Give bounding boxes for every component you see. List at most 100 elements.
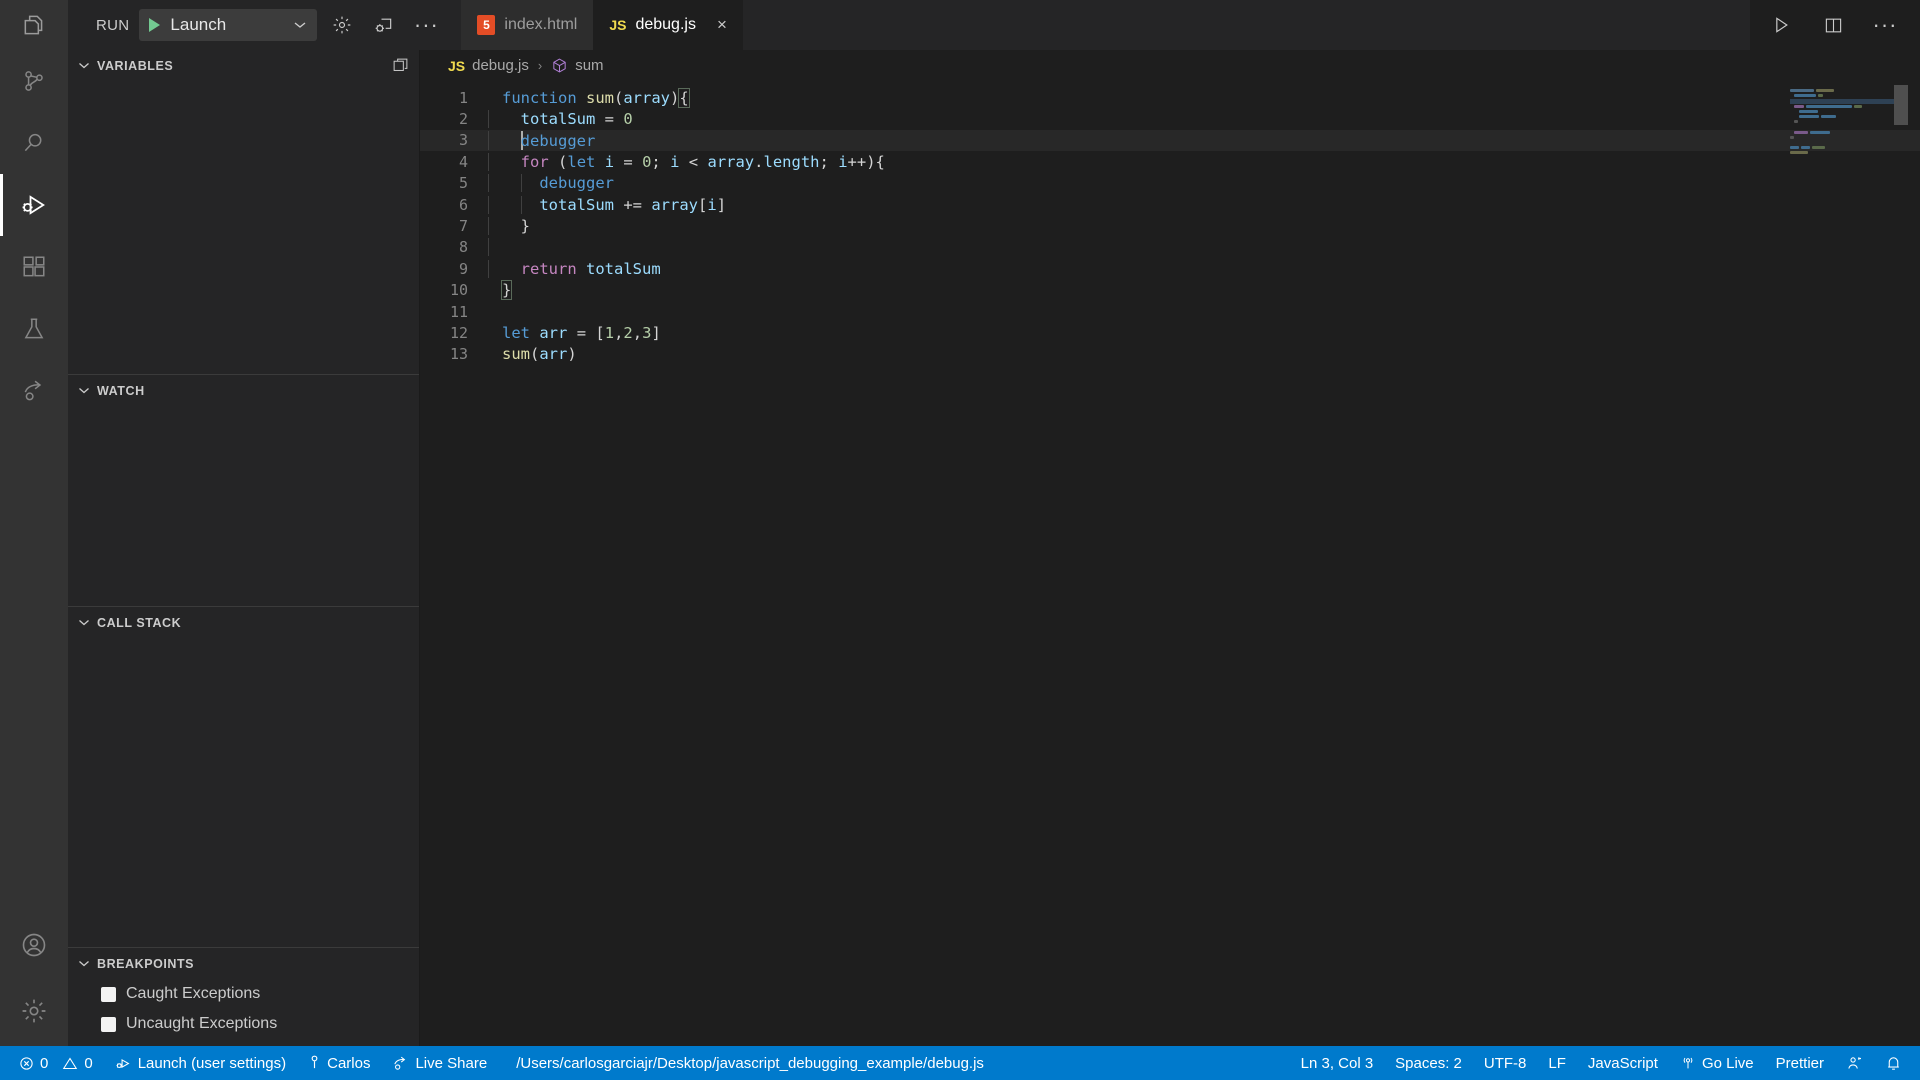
vscode-window: RUN Launch ··· 5 index.html JS debug.js …	[0, 0, 1920, 1080]
live-share-label: Live Share	[415, 1054, 488, 1072]
line-content: return totalSum	[468, 259, 661, 278]
panel-title: CALL STACK	[97, 615, 182, 630]
status-cursor-position[interactable]: Ln 3, Col 3	[1290, 1046, 1385, 1080]
debug-console-icon[interactable]	[367, 8, 401, 42]
more-actions-icon[interactable]: ···	[409, 8, 443, 42]
bell-icon	[1885, 1055, 1902, 1072]
workbench: VARIABLES WATCH CALL STACK BREAKPOINTS C…	[0, 50, 1920, 1046]
status-language-mode[interactable]: JavaScript	[1577, 1046, 1669, 1080]
line-number: 1	[458, 88, 468, 107]
breadcrumb: JS debug.js › sum	[420, 50, 1920, 81]
formatter-label: Prettier	[1775, 1054, 1824, 1072]
line-content: let arr = [1,2,3]	[502, 323, 661, 342]
code-line: 9 return totalSum	[420, 258, 1920, 279]
sidebar-item-live-share[interactable]	[0, 360, 68, 422]
status-bar: 0 0 Launch (user settings) Carlos Live S…	[0, 1046, 1920, 1080]
tab-label: debug.js	[635, 16, 696, 33]
breakpoint-label: Uncaught Exceptions	[126, 1015, 278, 1032]
status-file-path[interactable]: /Users/carlosgarciajr/Desktop/javascript…	[498, 1046, 995, 1080]
status-notifications[interactable]	[1874, 1046, 1920, 1080]
sidebar-item-source-control[interactable]	[0, 50, 68, 112]
line-number: 2	[458, 110, 468, 129]
debug-sidebar: VARIABLES WATCH CALL STACK BREAKPOINTS C…	[68, 50, 420, 1046]
editor-tabs: 5 index.html JS debug.js ×	[461, 0, 743, 50]
chevron-down-icon[interactable]	[78, 386, 90, 395]
line-content: for (let i = 0; i < array.length; i++){	[468, 152, 885, 171]
breadcrumb-symbol-label: sum	[575, 57, 604, 74]
ellipsis-icon[interactable]: ···	[1868, 8, 1902, 42]
status-encoding[interactable]: UTF-8	[1473, 1046, 1538, 1080]
beaker-icon	[21, 316, 47, 342]
code-line: 12 let arr = [1,2,3]	[420, 322, 1920, 343]
status-account[interactable]: Carlos	[297, 1046, 381, 1080]
accounts-button[interactable]	[0, 914, 68, 976]
code-line-highlighted: 3 debugger	[420, 129, 1920, 152]
status-debug-config[interactable]: Launch (user settings)	[104, 1046, 297, 1080]
status-go-live[interactable]: Go Live	[1669, 1046, 1765, 1080]
panel-breakpoints: BREAKPOINTS Caught Exceptions Uncaught E…	[68, 948, 419, 1046]
line-content: }	[468, 217, 530, 236]
tab-debug-js[interactable]: JS debug.js ×	[593, 0, 743, 50]
run-play-icon[interactable]	[1764, 8, 1798, 42]
breadcrumb-file-label: debug.js	[472, 57, 529, 74]
checkbox[interactable]	[101, 986, 116, 1002]
panel-header-watch[interactable]: WATCH	[68, 375, 419, 406]
status-live-share[interactable]: Live Share	[381, 1046, 498, 1080]
line-number: 6	[458, 195, 468, 214]
sidebar-item-run-and-debug[interactable]	[0, 174, 68, 236]
sidebar-item-search[interactable]	[0, 112, 68, 174]
source-control-icon	[21, 68, 47, 94]
breakpoint-caught-exceptions[interactable]: Caught Exceptions	[68, 979, 419, 1009]
line-number: 7	[458, 217, 468, 236]
feedback-icon	[1846, 1055, 1863, 1072]
status-problems[interactable]: 0 0	[8, 1046, 104, 1080]
panel-header-variables[interactable]: VARIABLES	[68, 50, 419, 81]
indentation-label: Spaces: 2	[1395, 1054, 1462, 1072]
panel-title: WATCH	[97, 383, 145, 398]
launch-configuration-select[interactable]: Launch	[139, 9, 318, 41]
file-path-label: /Users/carlosgarciajr/Desktop/javascript…	[516, 1054, 984, 1072]
chevron-down-icon[interactable]	[78, 618, 90, 627]
panel-header-call-stack[interactable]: CALL STACK	[68, 607, 419, 638]
tab-index-html[interactable]: 5 index.html	[461, 0, 594, 50]
chevron-down-icon[interactable]	[78, 61, 90, 70]
chevron-down-icon[interactable]	[78, 959, 90, 968]
warning-icon	[62, 1056, 78, 1071]
line-content	[468, 303, 511, 321]
person-icon	[308, 1055, 321, 1072]
tab-label: index.html	[504, 16, 578, 33]
play-icon[interactable]	[149, 18, 161, 32]
breakpoint-label: Caught Exceptions	[126, 985, 261, 1002]
status-feedback[interactable]	[1835, 1046, 1874, 1080]
code-line: 6 totalSum += array[i]	[420, 194, 1920, 215]
encoding-label: UTF-8	[1483, 1054, 1527, 1072]
status-formatter[interactable]: Prettier	[1765, 1046, 1835, 1080]
open-panel-icon[interactable]	[392, 57, 409, 74]
breakpoint-uncaught-exceptions[interactable]: Uncaught Exceptions	[68, 1009, 419, 1039]
sidebar-item-extensions[interactable]	[0, 236, 68, 298]
close-icon[interactable]: ×	[717, 15, 727, 35]
split-editor-icon[interactable]	[1816, 8, 1850, 42]
eol-label: LF	[1548, 1054, 1566, 1072]
code-line: 2 totalSum = 0	[420, 108, 1920, 129]
panel-call-stack: CALL STACK	[68, 607, 419, 948]
manage-settings-button[interactable]	[0, 976, 68, 1046]
gear-icon[interactable]	[325, 8, 359, 42]
panel-header-breakpoints[interactable]: BREAKPOINTS	[68, 948, 419, 979]
line-number: 12	[449, 323, 468, 342]
sidebar-item-testing[interactable]	[0, 298, 68, 360]
breadcrumb-file[interactable]: JS debug.js	[448, 57, 529, 74]
activity-bar-top-spacer	[0, 0, 68, 50]
breadcrumb-symbol[interactable]: sum	[551, 57, 604, 74]
status-indentation[interactable]: Spaces: 2	[1384, 1046, 1473, 1080]
files-icon[interactable]	[21, 12, 47, 38]
checkbox[interactable]	[101, 1016, 116, 1032]
live-share-icon	[21, 378, 47, 404]
code-line: 10 }	[420, 280, 1920, 301]
panel-body-breakpoints: Caught Exceptions Uncaught Exceptions	[68, 979, 419, 1039]
chevron-down-icon[interactable]	[293, 20, 307, 30]
code-editor[interactable]: 1 function sum(array){ 2 totalSum = 0 3 …	[420, 81, 1920, 1046]
debug-alt-icon	[20, 191, 48, 219]
status-eol[interactable]: LF	[1537, 1046, 1577, 1080]
breadcrumb-separator: ›	[537, 58, 543, 73]
